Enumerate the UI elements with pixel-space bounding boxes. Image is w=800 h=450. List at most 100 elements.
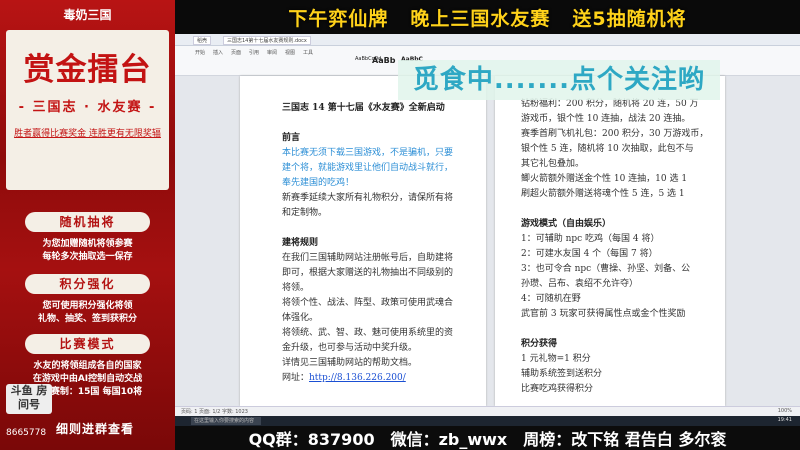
doc-line-text: 建个将，就能游戏里让他们自动战斗就行，	[282, 163, 454, 173]
document-page-1: 三国志 14 第十七届《水友赛》全新启动 前言本比赛无须下载三国游戏，不是骗机，只…	[240, 76, 486, 428]
top-banner-giveaway: 送5抽随机将	[572, 7, 687, 30]
doc-line-text: 1 元礼物=1 积分	[521, 354, 591, 364]
doc-line: 三国志 14 第十七届《水友赛》全新启动	[282, 102, 445, 114]
doc-line-text: 将领统、武、智、政、魅可使用系统里的资	[282, 328, 454, 338]
overlay-caption: 觅食中.......点个关注哟	[398, 60, 720, 100]
doc-line: 将领。	[282, 282, 309, 294]
bottom-banner: QQ群：837900 微信：zb_wwx 周榜：改下铭 君告白 多尔衮	[175, 426, 800, 450]
doc-line: 2：可建水友国 4 个（每国 7 将）	[521, 248, 658, 260]
doc-line-text: 奉先建国的吃鸡！	[282, 178, 355, 188]
section-match-mode-desc1: 水友的将领组成各自的国家	[33, 361, 142, 371]
doc-line-text: 体强化。	[282, 313, 319, 323]
doc-line: 游戏币，银个性 10 连抽，战法 20 连抽。	[521, 113, 690, 125]
doc-line-text: 积分获得	[521, 339, 558, 349]
doc-line: 1：可辅助 npc 吃鸡（每国 4 将）	[521, 233, 660, 245]
doc-line: 奉先建国的吃鸡！	[282, 177, 354, 189]
taskbar: 在这里输入你要搜索的内容 19:41	[175, 416, 800, 426]
doc-line: 和定制物。	[282, 207, 327, 219]
doc-line: 建个将，就能游戏里让他们自动战斗就行，	[282, 162, 453, 174]
ribbon-tab-tools[interactable]: 工具	[303, 49, 313, 56]
ribbon-tab-view[interactable]: 视图	[285, 49, 295, 56]
doc-line-text: 比赛吃鸡获得积分	[521, 384, 594, 394]
ribbon-tab-references[interactable]: 引用	[249, 49, 259, 56]
status-page-info: 页码: 1 页面: 1/2 字数: 1023	[181, 409, 248, 415]
document-page-2: 钻粉福利：200 积分，随机将 20 连，50 万游戏币，银个性 10 连抽，战…	[495, 76, 725, 406]
doc-line-text: 即可，根据大家赠送的礼物抽出不同级别的	[282, 268, 454, 278]
doc-line-text: 金升级，也可参与活动中奖升级。	[282, 343, 418, 353]
doc-line: 体强化。	[282, 312, 318, 324]
ribbon-tab-layout[interactable]: 页面	[231, 49, 241, 56]
promo-subtitle: - 三国志 · 水友赛 -	[18, 100, 157, 115]
ribbon-tab-insert[interactable]: 插入	[213, 49, 223, 56]
doc-line: 刷超火箭额外赠送将魂个性 5 连，5 选 1	[521, 188, 685, 200]
doc-line-text: 其它礼包叠加。	[521, 159, 585, 169]
promo-tagline: 胜者赢得比赛奖金 连胜更有无限奖辐	[14, 129, 161, 139]
doc-line: 比赛吃鸡获得积分	[521, 383, 593, 395]
doc-line-text: 武官前 3 玩家可获得属性点或金个性奖励	[521, 309, 686, 319]
zoom-level[interactable]: 100%	[778, 408, 792, 414]
doc-line-text: 钻粉福利：200 积分，随机将 20 连，50 万	[521, 99, 699, 109]
doc-line: 银个性 5 连，随机将 10 次抽取，此包不与	[521, 143, 694, 155]
doc-line-text: 在我们三国辅助网站注册帐号后，自助建将	[282, 253, 454, 263]
doc-line-text: 和定制物。	[282, 208, 328, 218]
doc-line-text: 游戏模式（自由娱乐）	[521, 219, 612, 229]
doc-line: 武官前 3 玩家可获得属性点或金个性奖励	[521, 308, 685, 320]
doc-line: 3：也可令合 npc（曹操、孙坚、刘备、公	[521, 263, 690, 275]
weekly-ranking: 周榜：改下铭 君告白 多尔衮	[523, 430, 727, 449]
doc-line-text: 辅助系统签到送积分	[521, 369, 603, 379]
room-id: 8665778	[6, 428, 47, 438]
website-link[interactable]: http://8.136.226.200/	[309, 373, 406, 383]
doc-line-text: 将领个性、战法、阵型、政策可使用武魂合	[282, 298, 454, 308]
taskbar-search-input[interactable]: 在这里输入你要搜索的内容	[191, 417, 261, 425]
doc-line-text: 前言	[282, 133, 301, 143]
top-banner: 下午弈仙牌 晚上三国水友赛 送5抽随机将	[175, 0, 800, 34]
doc-line: 辅助系统签到送积分	[521, 368, 602, 380]
section-random-draw-desc1: 为您加赠随机将领参赛	[42, 239, 133, 249]
tab-docer[interactable]: 稻壳	[193, 36, 212, 45]
doc-line-text: 3：也可令合 npc（曹操、孙坚、刘备、公	[521, 264, 691, 274]
doc-line-text: 游戏币，银个性 10 连抽，战法 20 连抽。	[521, 114, 691, 124]
douyu-logo: 斗鱼 房间号	[6, 384, 52, 414]
doc-line: 4：可随机在野	[521, 293, 581, 305]
doc-line-text: 孙瓒、吕布、袁绍不允许夺）	[521, 279, 639, 289]
doc-line: 在我们三国辅助网站注册帐号后，自助建将	[282, 252, 453, 264]
doc-line: 金升级，也可参与活动中奖升级。	[282, 342, 417, 354]
doc-line-text: 2：可建水友国 4 个（每国 7 将）	[521, 249, 658, 259]
document-area: 三国志 14 第十七届《水友赛》全新启动 前言本比赛无须下载三国游戏，不是骗机，只…	[175, 76, 800, 428]
qq-group: QQ群：837900	[248, 430, 375, 449]
doc-line-text: 三国志 14 第十七届《水友赛》全新启动	[282, 103, 445, 113]
doc-line: 游戏模式（自由娱乐）	[521, 218, 611, 230]
doc-line: 积分获得	[521, 338, 557, 350]
doc-line-text: 赛季首刷飞机礼包：200 积分，30 万游戏币，	[521, 129, 709, 139]
doc-line: 新赛季延续大家所有礼物积分，请保所有将	[282, 192, 453, 204]
ribbon-tab-home[interactable]: 开始	[195, 49, 205, 56]
section-random-draw-desc2: 每轮多次抽取选一保存	[42, 252, 133, 262]
taskbar-clock: 19:41	[777, 417, 792, 423]
section-points-upgrade: 积分强化	[25, 274, 150, 294]
doc-line-text: 建将规则	[282, 238, 319, 248]
doc-line-text: 新赛季延续大家所有礼物积分，请保所有将	[282, 193, 454, 203]
doc-line-text: 鲫火箭额外赠送金个性 10 连抽，10 选 1	[521, 174, 688, 184]
doc-line: 孙瓒、吕布、袁绍不允许夺）	[521, 278, 638, 290]
doc-line: 鲫火箭额外赠送金个性 10 连抽，10 选 1	[521, 173, 687, 185]
section-points-upgrade-desc1: 您可使用积分强化将领	[42, 301, 133, 311]
tab-document[interactable]: 三国志14第十七届水友赛规则.docx	[223, 36, 311, 45]
doc-line-text: 4：可随机在野	[521, 294, 581, 304]
doc-line-text: 详情见三国辅助网站的帮助文档。	[282, 358, 418, 368]
left-promo-panel: 毒奶三国 赏金擂台 - 三国志 · 水友赛 - 胜者赢得比赛奖金 连胜更有无限奖…	[0, 0, 175, 450]
doc-line-text: 网址：	[282, 373, 310, 383]
doc-line: 其它礼包叠加。	[521, 158, 584, 170]
top-banner-schedule-afternoon: 下午弈仙牌	[288, 7, 389, 30]
doc-line-text: 本比赛无须下载三国游戏，不是骗机，只要	[282, 148, 454, 158]
ribbon-tab-review[interactable]: 审阅	[267, 49, 277, 56]
section-random-draw: 随机抽将	[25, 212, 150, 232]
doc-line-text: 银个性 5 连，随机将 10 次抽取，此包不与	[521, 144, 694, 154]
app-tab-bar: 稻壳 三国志14第十七届水友赛规则.docx	[175, 34, 800, 46]
stream-screen: 下午弈仙牌 晚上三国水友赛 送5抽随机将 毒奶三国 赏金擂台 - 三国志 · 水…	[0, 0, 800, 450]
doc-line: 前言	[282, 132, 300, 144]
doc-line-text: 刷超火箭额外赠送将魂个性 5 连，5 选 1	[521, 189, 685, 199]
doc-line: 将领统、武、智、政、魅可使用系统里的资	[282, 327, 453, 339]
style-heading1[interactable]: AaBb	[372, 56, 395, 65]
doc-line: 本比赛无须下载三国游戏，不是骗机，只要	[282, 147, 453, 159]
doc-line: 将领个性、战法、阵型、政策可使用武魂合	[282, 297, 453, 309]
